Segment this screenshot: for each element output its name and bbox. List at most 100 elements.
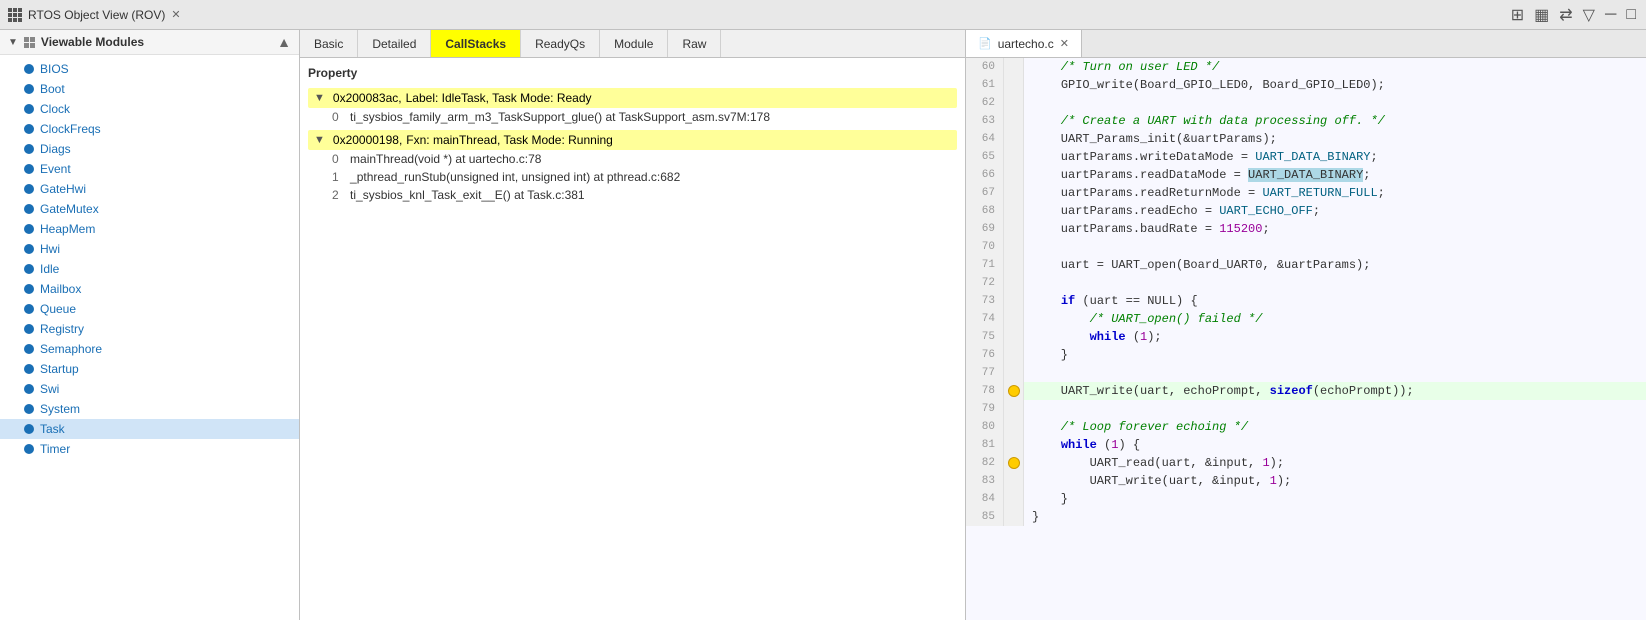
line-num-77: 77 xyxy=(966,364,1004,382)
code-text-65: uartParams.writeDataMode = UART_DATA_BIN… xyxy=(1024,148,1378,166)
call-stack-main-1[interactable]: ▼ 0x20000198, Fxn: mainThread, Task Mode… xyxy=(308,130,957,150)
gutter-74 xyxy=(1004,310,1024,328)
toolbar-maximize-icon[interactable]: □ xyxy=(1624,4,1638,26)
tree-item-registry[interactable]: Registry xyxy=(0,319,299,339)
code-line-67: 67 uartParams.readReturnMode = UART_RETU… xyxy=(966,184,1646,202)
item-dot-hwi xyxy=(24,244,34,254)
frame-text-1-2: ti_sysbios_knl_Task_exit__E() at Task.c:… xyxy=(350,188,585,202)
line-num-66: 66 xyxy=(966,166,1004,184)
line-num-84: 84 xyxy=(966,490,1004,508)
editor-tab-uartecho[interactable]: 📄 uartecho.c ✕ xyxy=(966,30,1082,57)
tab-module[interactable]: Module xyxy=(600,30,668,57)
code-text-73: if (uart == NULL) { xyxy=(1024,292,1198,310)
gutter-62 xyxy=(1004,94,1024,112)
line-num-62: 62 xyxy=(966,94,1004,112)
tree-item-system[interactable]: System xyxy=(0,399,299,419)
item-label-gatemutex: GateMutex xyxy=(40,202,99,216)
code-text-63: /* Create a UART with data processing of… xyxy=(1024,112,1385,130)
toolbar-columns-icon[interactable]: ⊞ xyxy=(1509,3,1526,27)
code-line-84: 84 } xyxy=(966,490,1646,508)
main-content: ▼ Viewable Modules ▲ BIOS Boot Clock xyxy=(0,30,1646,620)
code-text-84: } xyxy=(1024,490,1068,508)
item-label-boot: Boot xyxy=(40,82,65,96)
call-stack-main-0[interactable]: ▼ 0x200083ac, Label: IdleTask, Task Mode… xyxy=(308,88,957,108)
item-label-timer: Timer xyxy=(40,442,70,456)
code-text-68: uartParams.readEcho = UART_ECHO_OFF; xyxy=(1024,202,1320,220)
tree-item-timer[interactable]: Timer xyxy=(0,439,299,459)
toolbar-refresh-icon[interactable]: ⇄ xyxy=(1557,3,1574,27)
item-label-clock: Clock xyxy=(40,102,70,116)
tree-item-diags[interactable]: Diags xyxy=(0,139,299,159)
toolbar-minimize-icon[interactable]: ─ xyxy=(1603,4,1618,26)
line-num-61: 61 xyxy=(966,76,1004,94)
left-panel: ▼ Viewable Modules ▲ BIOS Boot Clock xyxy=(0,30,300,620)
call-stack-frame-0-0: 0 ti_sysbios_family_arm_m3_TaskSupport_g… xyxy=(328,108,957,126)
tree-item-gatehwi[interactable]: GateHwi xyxy=(0,179,299,199)
tree-item-swi[interactable]: Swi xyxy=(0,379,299,399)
expand-icon-1[interactable]: ▼ xyxy=(314,134,325,146)
line-num-71: 71 xyxy=(966,256,1004,274)
call-stack-address-1: 0x20000198, xyxy=(333,133,402,147)
tab-callstacks[interactable]: CallStacks xyxy=(431,30,521,57)
tree-item-task[interactable]: Task xyxy=(0,419,299,439)
gutter-83 xyxy=(1004,472,1024,490)
item-label-system: System xyxy=(40,402,80,416)
line-num-80: 80 xyxy=(966,418,1004,436)
left-panel-close[interactable]: ✕ xyxy=(171,8,180,21)
expand-icon-0[interactable]: ▼ xyxy=(314,92,325,104)
tree-item-queue[interactable]: Queue xyxy=(0,299,299,319)
call-stack-frame-1-1: 1 _pthread_runStub(unsigned int, unsigne… xyxy=(328,168,957,186)
item-label-task: Task xyxy=(40,422,65,436)
left-panel-title: RTOS Object View (ROV) xyxy=(28,8,165,22)
code-text-83: UART_write(uart, &input, 1); xyxy=(1024,472,1291,490)
breakpoint-78[interactable] xyxy=(1008,385,1020,397)
tree-item-startup[interactable]: Startup xyxy=(0,359,299,379)
frame-text-1-1: _pthread_runStub(unsigned int, unsigned … xyxy=(350,170,680,184)
line-num-81: 81 xyxy=(966,436,1004,454)
tab-raw[interactable]: Raw xyxy=(668,30,721,57)
tree-item-bios[interactable]: BIOS xyxy=(0,59,299,79)
tree-item-clockfreqs[interactable]: ClockFreqs xyxy=(0,119,299,139)
gutter-71 xyxy=(1004,256,1024,274)
item-label-mailbox: Mailbox xyxy=(40,282,81,296)
line-num-75: 75 xyxy=(966,328,1004,346)
item-dot-semaphore xyxy=(24,344,34,354)
toolbar-icons: ⊞ ▦ ⇄ ▽ ─ □ xyxy=(1509,3,1638,27)
gutter-72 xyxy=(1004,274,1024,292)
tab-readyqs[interactable]: ReadyQs xyxy=(521,30,600,57)
tree-item-boot[interactable]: Boot xyxy=(0,79,299,99)
code-line-68: 68 uartParams.readEcho = UART_ECHO_OFF; xyxy=(966,202,1646,220)
editor-tab-close[interactable]: ✕ xyxy=(1060,37,1069,50)
tree-scroll-up[interactable]: ▲ xyxy=(277,34,291,50)
code-area[interactable]: 60 /* Turn on user LED */ 61 GPIO_write(… xyxy=(966,58,1646,620)
item-label-queue: Queue xyxy=(40,302,76,316)
item-dot-swi xyxy=(24,384,34,394)
item-label-semaphore: Semaphore xyxy=(40,342,102,356)
code-line-81: 81 while (1) { xyxy=(966,436,1646,454)
tree-item-clock[interactable]: Clock xyxy=(0,99,299,119)
tree-item-semaphore[interactable]: Semaphore xyxy=(0,339,299,359)
property-header: Property xyxy=(308,66,957,80)
item-dot-gatemutex xyxy=(24,204,34,214)
item-dot-task xyxy=(24,424,34,434)
tree-item-hwi[interactable]: Hwi xyxy=(0,239,299,259)
item-label-hwi: Hwi xyxy=(40,242,60,256)
item-label-bios: BIOS xyxy=(40,62,69,76)
call-stack-entry-0: ▼ 0x200083ac, Label: IdleTask, Task Mode… xyxy=(308,88,957,126)
code-line-74: 74 /* UART_open() failed */ xyxy=(966,310,1646,328)
tab-detailed[interactable]: Detailed xyxy=(358,30,431,57)
tab-basic[interactable]: Basic xyxy=(300,30,358,57)
tree-item-mailbox[interactable]: Mailbox xyxy=(0,279,299,299)
tree-item-gatemutex[interactable]: GateMutex xyxy=(0,199,299,219)
item-dot-heapmem xyxy=(24,224,34,234)
tree-item-heapmem[interactable]: HeapMem xyxy=(0,219,299,239)
tree-item-idle[interactable]: Idle xyxy=(0,259,299,279)
tree-item-event[interactable]: Event xyxy=(0,159,299,179)
toolbar-scroll-up-icon[interactable]: ▽ xyxy=(1581,3,1597,27)
line-num-64: 64 xyxy=(966,130,1004,148)
item-label-event: Event xyxy=(40,162,71,176)
tree-collapse-icon[interactable]: ▼ xyxy=(8,37,18,48)
breakpoint-82[interactable] xyxy=(1008,457,1020,469)
toolbar-grid-icon[interactable]: ▦ xyxy=(1532,3,1551,27)
code-line-80: 80 /* Loop forever echoing */ xyxy=(966,418,1646,436)
